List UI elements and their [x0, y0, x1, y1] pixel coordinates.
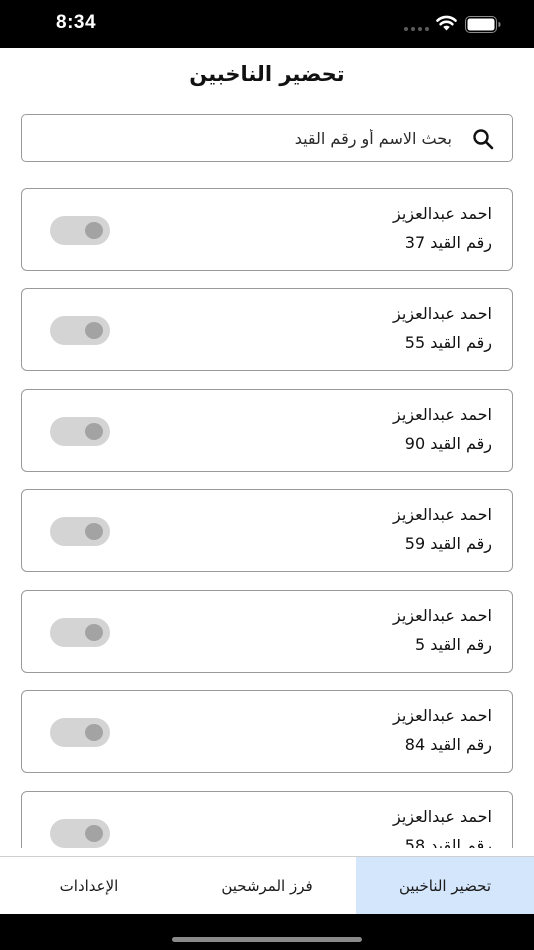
toggle-knob [85, 523, 103, 540]
voter-id: رقم القيد 55 [404, 333, 492, 352]
tab-candidate-count[interactable]: فرز المرشحين [178, 857, 356, 914]
voter-id: رقم القيد 59 [404, 534, 492, 553]
toggle-knob [85, 724, 103, 741]
search-icon [473, 129, 494, 150]
home-area [0, 914, 534, 950]
toggle-knob [85, 322, 103, 339]
search-box[interactable] [21, 114, 513, 162]
voter-card[interactable]: احمد عبدالعزيز رقم القيد 55 [21, 288, 513, 371]
home-indicator[interactable] [172, 937, 362, 942]
tab-voter-attendance[interactable]: تحضير الناخبين [356, 857, 534, 914]
voter-id: رقم القيد 37 [404, 233, 492, 252]
voter-id: رقم القيد 58 [404, 836, 492, 848]
attendance-toggle[interactable] [50, 718, 110, 747]
attendance-toggle[interactable] [50, 316, 110, 345]
attendance-toggle[interactable] [50, 517, 110, 546]
voter-card[interactable]: احمد عبدالعزيز رقم القيد 84 [21, 690, 513, 773]
tab-settings[interactable]: الإعدادات [0, 857, 178, 914]
attendance-toggle[interactable] [50, 618, 110, 647]
voter-name: احمد عبدالعزيز [393, 807, 492, 826]
search-input[interactable] [52, 124, 452, 152]
voter-card[interactable]: احمد عبدالعزيز رقم القيد 5 [21, 590, 513, 673]
screen: تحضير الناخبين احمد عبدالعزيز رقم القيد … [0, 48, 534, 914]
voter-card[interactable]: احمد عبدالعزيز رقم القيد 58 [21, 791, 513, 848]
voter-name: احمد عبدالعزيز [393, 204, 492, 223]
attendance-toggle[interactable] [50, 216, 110, 245]
tab-bar: تحضير الناخبين فرز المرشحين الإعدادات [0, 856, 534, 914]
voter-card[interactable]: احمد عبدالعزيز رقم القيد 90 [21, 389, 513, 472]
voter-card[interactable]: احمد عبدالعزيز رقم القيد 59 [21, 489, 513, 572]
voter-name: احمد عبدالعزيز [393, 405, 492, 424]
status-bar: 8:34 [0, 0, 534, 48]
attendance-toggle[interactable] [50, 819, 110, 848]
voter-name: احمد عبدالعزيز [393, 606, 492, 625]
voter-id: رقم القيد 84 [404, 735, 492, 754]
voter-list[interactable]: احمد عبدالعزيز رقم القيد 37 احمد عبدالعز… [21, 188, 513, 848]
voter-name: احمد عبدالعزيز [393, 304, 492, 323]
voter-card[interactable]: احمد عبدالعزيز رقم القيد 37 [21, 188, 513, 271]
voter-name: احمد عبدالعزيز [393, 706, 492, 725]
toggle-knob [85, 624, 103, 641]
toggle-knob [85, 825, 103, 842]
voter-id: رقم القيد 5 [414, 635, 492, 654]
page-title: تحضير الناخبين [189, 62, 345, 86]
status-time: 8:34 [56, 12, 97, 33]
attendance-toggle[interactable] [50, 417, 110, 446]
voter-name: احمد عبدالعزيز [393, 505, 492, 524]
toggle-knob [85, 222, 103, 239]
wifi-icon [436, 15, 457, 31]
voter-id: رقم القيد 90 [404, 434, 492, 453]
toggle-knob [85, 423, 103, 440]
cellular-signal-icon [404, 27, 429, 31]
battery-icon [465, 16, 501, 33]
